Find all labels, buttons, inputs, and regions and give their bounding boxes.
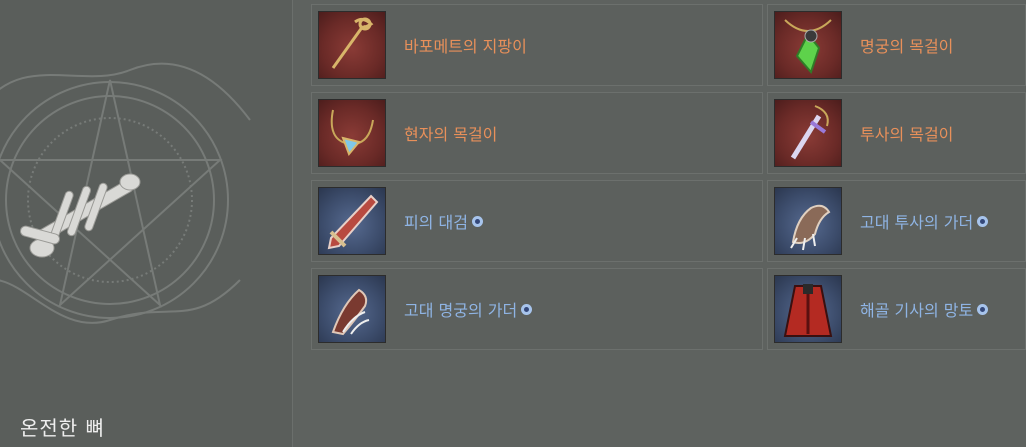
item-name: 해골 기사의 망토 — [860, 297, 989, 321]
item-row[interactable]: 바포메트의 지팡이 — [311, 4, 763, 86]
item-row[interactable]: 해골 기사의 망토 — [767, 268, 1026, 350]
item-row[interactable]: 현자의 목걸이 — [311, 92, 763, 174]
item-name-text: 바포메트의 지팡이 — [404, 37, 527, 56]
talon-gauntlet-icon[interactable] — [318, 275, 386, 343]
item-name: 현자의 목걸이 — [404, 121, 497, 145]
red-cloak-icon[interactable] — [774, 275, 842, 343]
item-name-text: 고대 투사의 가더 — [860, 213, 974, 232]
greatsword-icon[interactable] — [318, 187, 386, 255]
item-name: 명궁의 목걸이 — [860, 33, 953, 57]
material-panel: 온전한 뼈 — [0, 0, 293, 447]
item-name: 고대 투사의 가더 — [860, 209, 989, 233]
info-badge-icon[interactable] — [521, 303, 533, 315]
info-badge-icon[interactable] — [471, 215, 483, 227]
item-row[interactable]: 고대 명궁의 가더 — [311, 268, 763, 350]
info-badge-icon[interactable] — [977, 215, 989, 227]
item-name-text: 명궁의 목걸이 — [860, 37, 954, 56]
item-name-text: 투사의 목걸이 — [860, 125, 954, 144]
item-row[interactable]: 피의 대검 — [311, 180, 763, 262]
bone-emblem-icon — [0, 62, 251, 324]
item-row[interactable]: 투사의 목걸이 — [767, 92, 1026, 174]
item-name-text: 고대 명궁의 가더 — [404, 301, 518, 320]
info-badge-icon[interactable] — [977, 303, 989, 315]
item-name-text: 해골 기사의 망토 — [860, 301, 974, 320]
item-name: 고대 명궁의 가더 — [404, 297, 533, 321]
green-gem-necklace-icon[interactable] — [774, 11, 842, 79]
staff-icon[interactable] — [318, 11, 386, 79]
item-name: 피의 대검 — [404, 209, 483, 233]
claw-gauntlet-icon[interactable] — [774, 187, 842, 255]
item-name-text: 피의 대검 — [404, 213, 468, 232]
item-row[interactable]: 명궁의 목걸이 — [767, 4, 1026, 86]
item-row[interactable]: 고대 투사의 가더 — [767, 180, 1026, 262]
dagger-necklace-icon[interactable] — [774, 99, 842, 167]
item-name-text: 현자의 목걸이 — [404, 125, 498, 144]
pendant-necklace-icon[interactable] — [318, 99, 386, 167]
material-name: 온전한 뼈 — [20, 416, 105, 440]
item-name: 바포메트의 지팡이 — [404, 33, 527, 57]
item-name: 투사의 목걸이 — [860, 121, 953, 145]
